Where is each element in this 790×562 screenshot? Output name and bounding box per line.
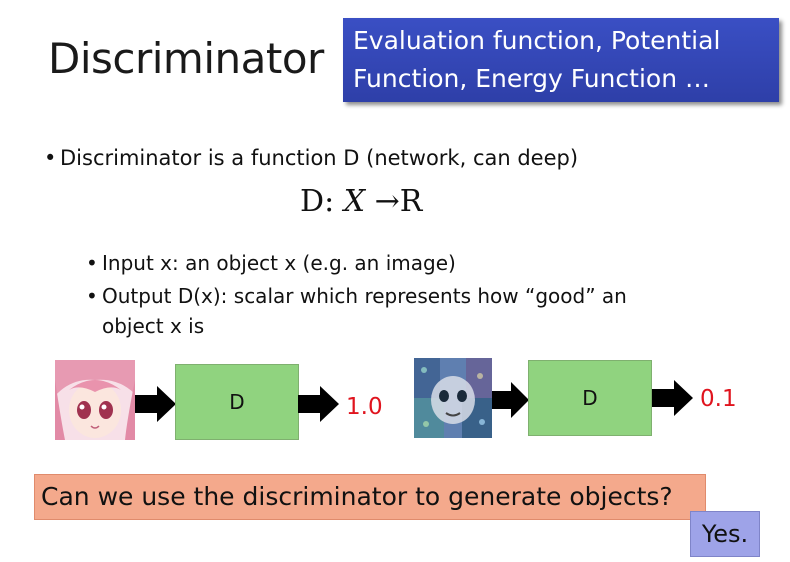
sub-bullet: • Input x: an object x (e.g. an image) [86, 248, 456, 278]
main-bullet: • Discriminator is a function D (network,… [44, 146, 578, 170]
slide-title: Discriminator [48, 34, 324, 83]
bullet-dot-icon: • [44, 146, 57, 170]
noisy-generated-image [414, 358, 492, 438]
arrow-right-icon [135, 384, 177, 429]
score-value: 0.1 [700, 386, 737, 412]
callout-line-2: Function, Energy Function … [353, 64, 710, 93]
sub-bullet-text: Input x: an object x (e.g. an image) [102, 251, 456, 275]
answer-box: Yes. [690, 511, 760, 557]
formula: D: X →R [300, 184, 422, 219]
callout-line-1: Evaluation function, Potential [353, 26, 721, 55]
discriminator-box: D [175, 364, 299, 440]
sub-bullet-text: Output D(x): scalar which represents how… [102, 284, 627, 338]
formula-domain: X [343, 184, 366, 219]
formula-codomain: R [399, 184, 423, 219]
anime-face-image [55, 360, 135, 440]
sub-bullet: • Output D(x): scalar which represents h… [86, 281, 706, 341]
arrow-right-icon [298, 384, 340, 429]
discriminator-box: D [528, 360, 652, 436]
score-value: 1.0 [346, 394, 383, 420]
question-box: Can we use the discriminator to generate… [34, 474, 706, 520]
alias-callout: Evaluation function, Potential Function,… [343, 18, 779, 102]
formula-arrow: → [374, 184, 400, 219]
formula-colon: : [324, 184, 335, 219]
formula-lhs: D [300, 184, 325, 219]
main-bullet-text: Discriminator is a function D (network, … [60, 146, 579, 170]
bullet-dot-icon: • [86, 251, 98, 275]
arrow-right-icon [492, 380, 530, 425]
arrow-right-icon [652, 378, 694, 423]
bullet-dot-icon: • [86, 284, 98, 308]
